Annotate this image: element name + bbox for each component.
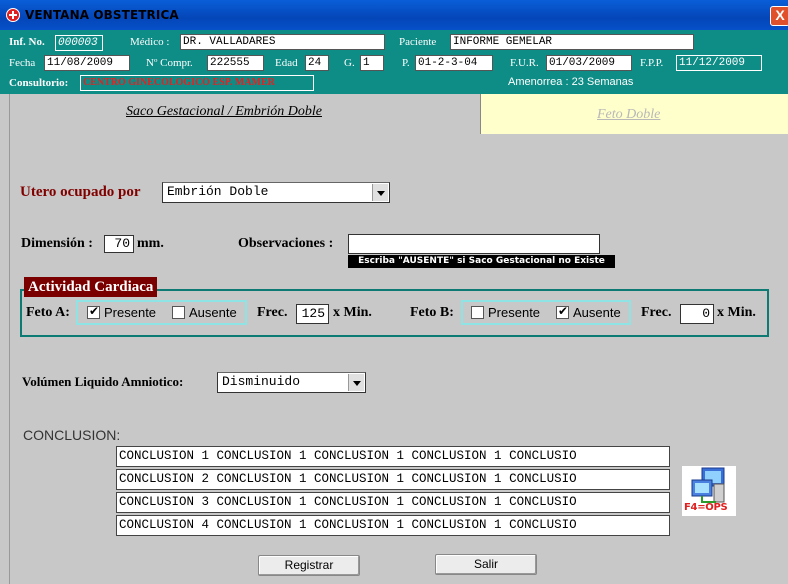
feto-a-presente-label[interactable]: Presente — [104, 305, 156, 320]
feto-a-frec-field[interactable]: 125 — [296, 304, 329, 324]
fecha-field[interactable]: 11/08/2009 — [44, 55, 130, 71]
conclusion-label: CONCLUSION: — [23, 427, 121, 443]
feto-b-frec-field[interactable]: 0 — [680, 304, 714, 324]
feto-b-presente-checkbox[interactable] — [471, 306, 484, 319]
p-label: P. — [402, 57, 410, 69]
amenorrea-text: Amenorrea : 23 Semanas — [508, 76, 634, 88]
ops-icon-label: F4=OPS — [684, 502, 728, 513]
feto-a-presente-checkbox[interactable] — [87, 304, 100, 319]
actividad-cardiaca-title: Actividad Cardiaca — [24, 277, 158, 297]
conclusion-line-1[interactable]: CONCLUSION 1 CONCLUSION 1 CONCLUSION 1 C… — [116, 446, 670, 467]
fpp-label: F.P.P. — [640, 57, 664, 69]
observaciones-hint: Escriba "AUSENTE" si Saco Gestacional no… — [348, 255, 615, 268]
inf-no-field[interactable]: 000003 — [55, 35, 103, 51]
consultorio-label: Consultorio: — [9, 77, 69, 89]
fur-label: F.U.R. — [510, 57, 539, 69]
paciente-label: Paciente — [399, 36, 437, 48]
feto-a-frec-unit: x Min. — [333, 305, 372, 320]
utero-label: Utero ocupado por — [20, 184, 141, 200]
p-field[interactable]: 01-2-3-04 — [415, 55, 493, 71]
medico-field[interactable]: DR. VALLADARES — [180, 34, 385, 50]
dimension-label: Dimensión : — [21, 236, 93, 251]
feto-b-frec-unit: x Min. — [717, 305, 756, 320]
tab-saco-gestacional-label[interactable]: Saco Gestacional / Embrión Doble — [126, 104, 322, 120]
liquido-label: Volúmen Liquido Amniotico: — [22, 374, 184, 389]
feto-b-presente-label[interactable]: Presente — [488, 305, 540, 320]
ncompr-field[interactable]: 222555 — [207, 55, 264, 71]
conclusion-line-3[interactable]: CONCLUSION 3 CONCLUSION 1 CONCLUSION 1 C… — [116, 492, 670, 513]
dimension-unit: mm. — [137, 236, 164, 251]
fur-field[interactable]: 01/03/2009 — [546, 55, 632, 71]
liquido-select[interactable]: Disminuido — [217, 372, 366, 393]
paciente-field[interactable]: INFORME GEMELAR — [450, 34, 694, 50]
tab-feto-doble-label[interactable]: Feto Doble — [597, 107, 660, 123]
edad-field[interactable]: 24 — [305, 55, 329, 71]
edad-label: Edad — [275, 57, 298, 69]
feto-a-frec-label: Frec. — [257, 305, 288, 320]
ncompr-label: Nº Compr. — [146, 57, 193, 69]
window-title: VENTANA OBSTETRICA — [25, 8, 179, 22]
feto-b-ausente-label[interactable]: Ausente — [573, 305, 621, 320]
salir-button[interactable]: Salir — [435, 554, 537, 575]
feto-b-ausente-checkbox[interactable] — [556, 304, 569, 319]
feto-a-ausente-label[interactable]: Ausente — [189, 305, 237, 320]
observaciones-label: Observaciones : — [238, 236, 334, 251]
close-button[interactable]: X — [770, 6, 788, 26]
utero-select-value: Embrión Doble — [167, 184, 269, 199]
registrar-button[interactable]: Registrar — [258, 555, 360, 576]
chevron-down-icon[interactable] — [372, 184, 388, 201]
consultorio-field[interactable]: CENTRO GINECOLOGICO ESP. MAMER — [80, 75, 314, 91]
fpp-field[interactable]: 11/12/2009 — [676, 55, 762, 71]
observaciones-field[interactable] — [348, 234, 600, 254]
conclusion-line-2[interactable]: CONCLUSION 2 CONCLUSION 1 CONCLUSION 1 C… — [116, 469, 670, 490]
medico-label: Médico : — [130, 36, 170, 48]
feto-b-frec-label: Frec. — [641, 305, 672, 320]
left-border — [0, 94, 10, 584]
feto-b-label: Feto B: — [410, 305, 454, 320]
feto-a-label: Feto A: — [26, 305, 70, 320]
conclusion-line-4[interactable]: CONCLUSION 4 CONCLUSION 1 CONCLUSION 1 C… — [116, 515, 670, 536]
chevron-down-icon[interactable] — [348, 374, 364, 391]
fecha-label: Fecha — [9, 57, 36, 69]
utero-select[interactable]: Embrión Doble — [162, 182, 390, 203]
liquido-select-value: Disminuido — [222, 374, 301, 389]
ops-computer-icon[interactable]: F4=OPS — [682, 466, 736, 516]
g-label: G. — [344, 57, 355, 69]
app-cross-icon — [6, 8, 20, 22]
inf-no-label: Inf. No. — [9, 36, 45, 48]
g-field[interactable]: 1 — [360, 55, 384, 71]
feto-a-ausente-checkbox[interactable] — [172, 306, 185, 319]
dimension-field[interactable]: 70 — [104, 235, 134, 253]
